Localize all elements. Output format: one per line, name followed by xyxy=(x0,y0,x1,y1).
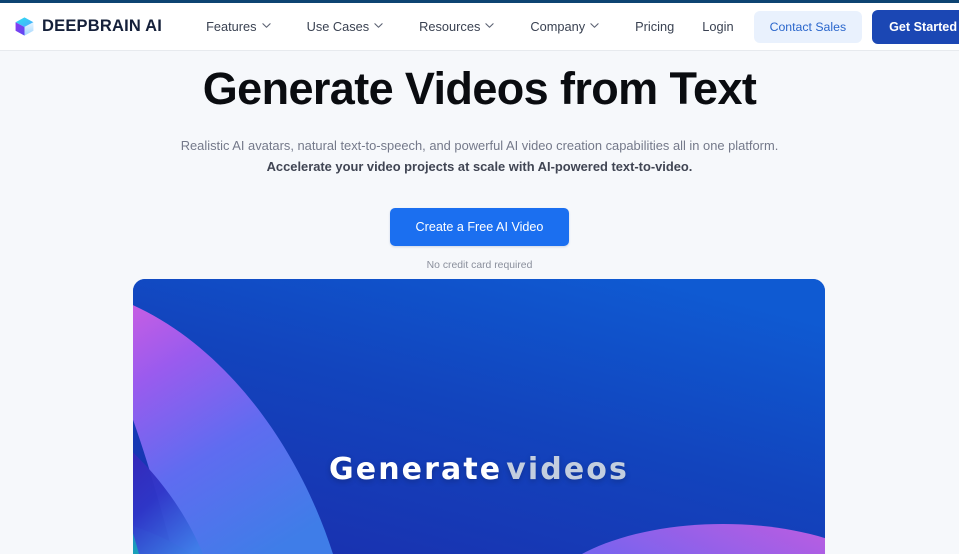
nav-label: Pricing xyxy=(635,19,675,34)
nav-item-company[interactable]: Company xyxy=(512,13,617,40)
video-caption: Generate videos xyxy=(133,455,825,485)
login-link[interactable]: Login xyxy=(692,13,743,40)
hero-subtitle: Realistic AI avatars, natural text-to-sp… xyxy=(0,137,959,175)
chevron-down-icon xyxy=(485,21,494,30)
cta-note: No credit card required xyxy=(426,259,533,271)
nav-label: Features xyxy=(206,19,257,34)
header-actions: Login Contact Sales Get Started xyxy=(692,9,959,44)
cube-logo-icon xyxy=(14,16,35,37)
video-caption-secondary: videos xyxy=(506,452,629,487)
page-title: Generate Videos from Text xyxy=(202,63,757,114)
site-header: DEEPBRAIN AI Features Use Cases Resource… xyxy=(0,3,959,51)
hero-section: Generate Videos from Text Realistic AI a… xyxy=(0,51,959,271)
brand-name: DEEPBRAIN AI xyxy=(42,17,163,35)
hero-subtitle-line2: Accelerate your video projects at scale … xyxy=(266,158,693,174)
video-caption-primary: Generate xyxy=(329,452,503,487)
nav-item-use-cases[interactable]: Use Cases xyxy=(289,13,402,40)
chevron-down-icon xyxy=(590,21,599,30)
brand-logo[interactable]: DEEPBRAIN AI xyxy=(14,16,162,37)
nav-item-features[interactable]: Features xyxy=(188,13,289,40)
chevron-down-icon xyxy=(261,21,271,30)
get-started-button[interactable]: Get Started xyxy=(872,9,959,44)
nav-item-resources[interactable]: Resources xyxy=(401,13,512,40)
chevron-down-icon xyxy=(374,21,383,30)
nav-label: Resources xyxy=(419,19,481,34)
cta-container: Create a Free AI Video No credit card re… xyxy=(0,207,959,271)
contact-sales-button[interactable]: Contact Sales xyxy=(753,10,863,43)
nav-label: Company xyxy=(530,19,586,34)
hero-video-panel[interactable]: Generate videos xyxy=(133,279,825,554)
primary-navigation: Features Use Cases Resources Company Pri… xyxy=(188,13,692,40)
nav-label: Use Cases xyxy=(306,19,370,34)
nav-item-pricing[interactable]: Pricing xyxy=(617,13,692,40)
create-free-ai-video-button[interactable]: Create a Free AI Video xyxy=(389,207,570,246)
hero-subtitle-line1: Realistic AI avatars, natural text-to-sp… xyxy=(180,138,779,154)
video-background-decoration xyxy=(133,279,825,554)
